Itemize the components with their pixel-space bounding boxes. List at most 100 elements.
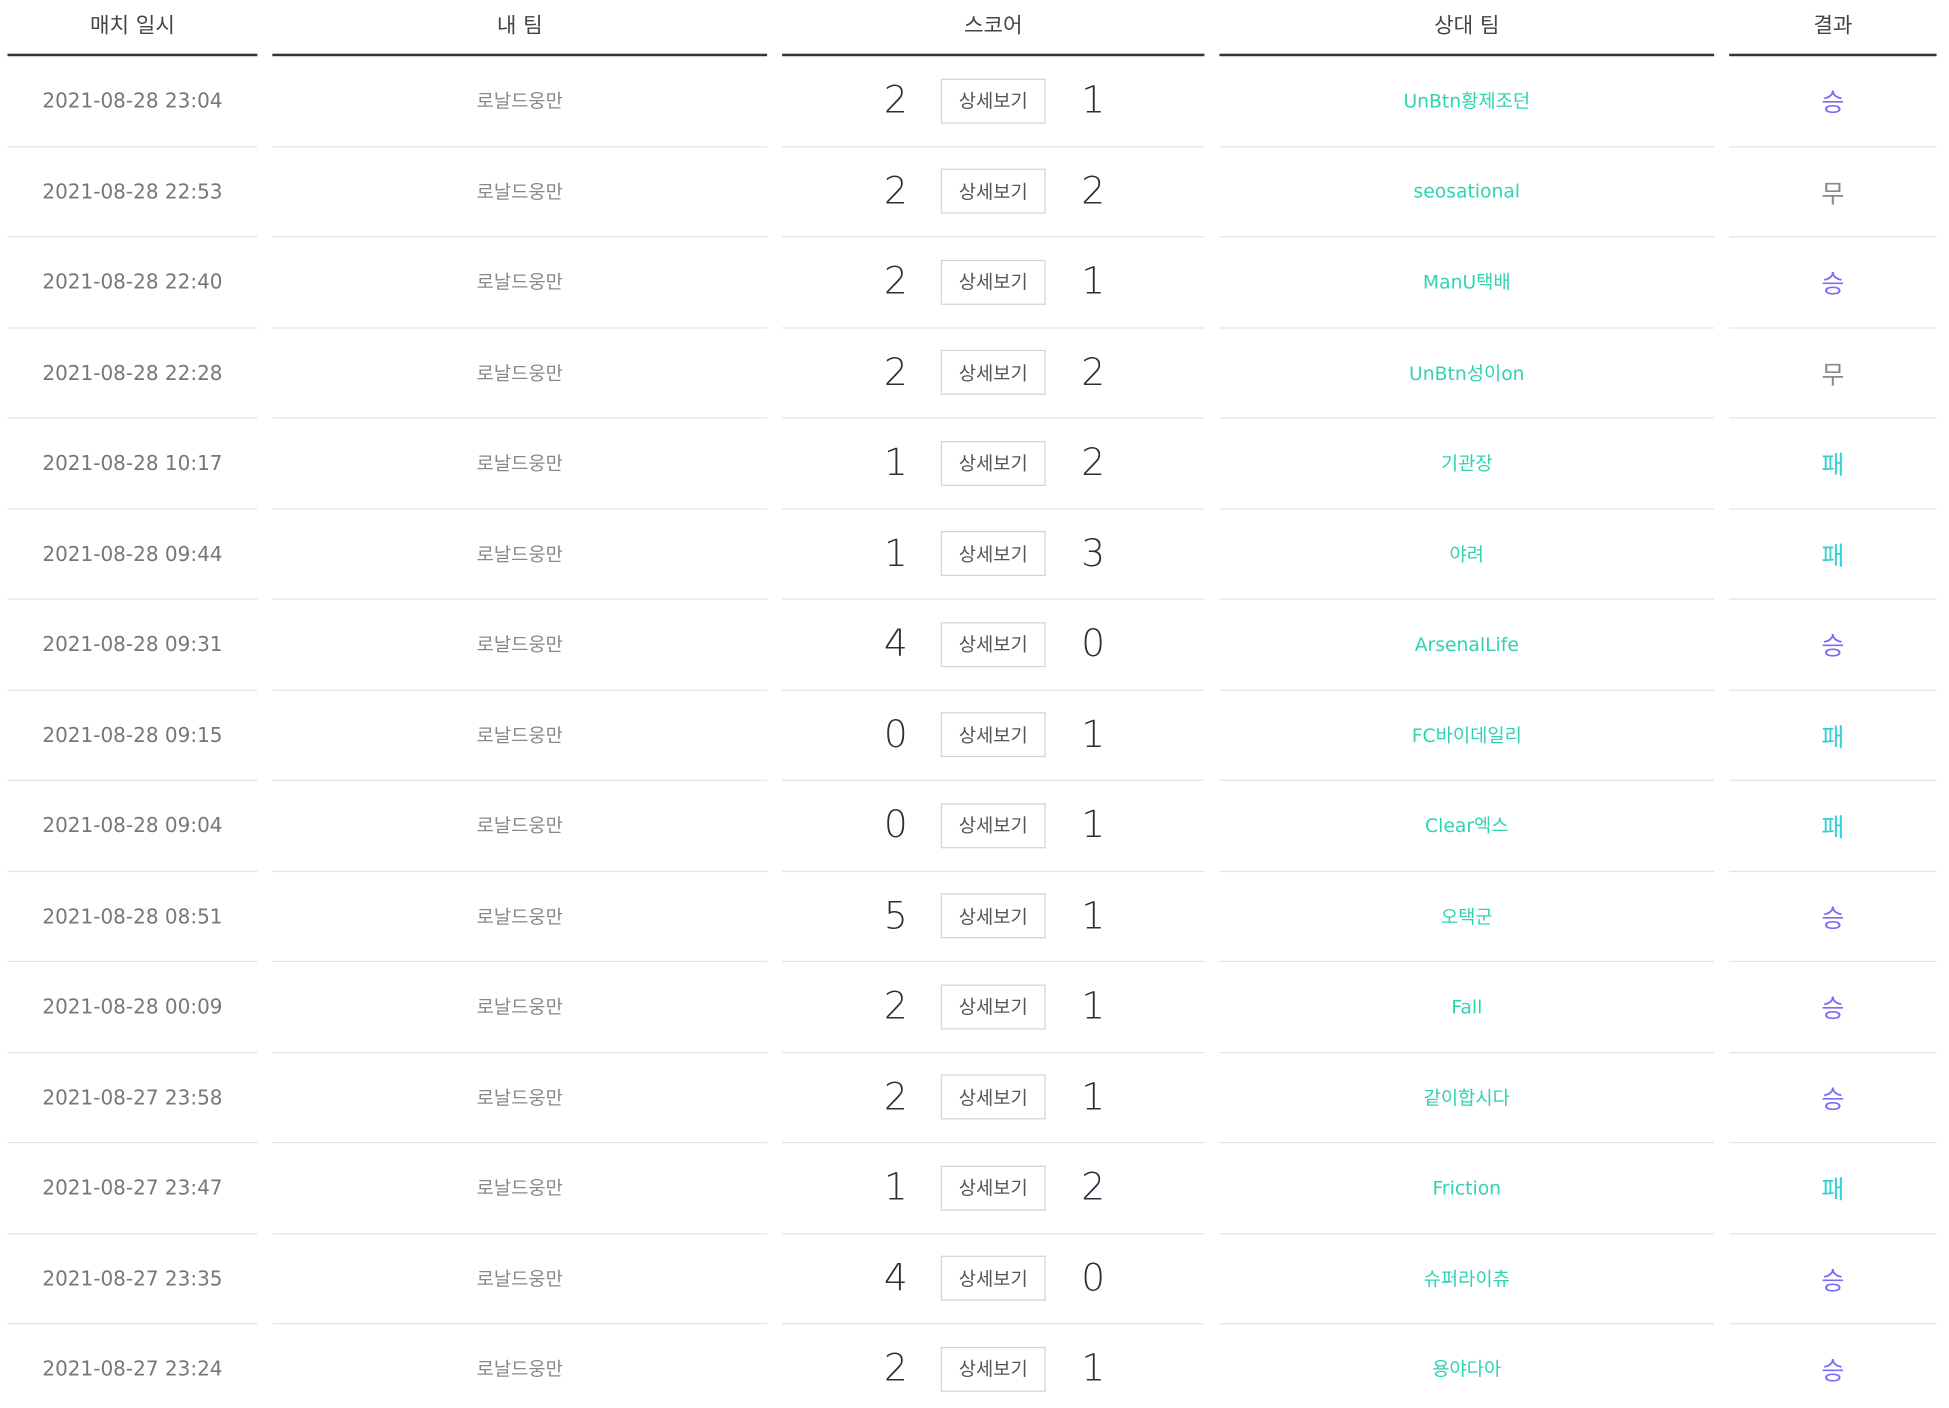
opponent-link[interactable]: UnBtn황제조던 <box>1403 88 1530 114</box>
result-badge: 무 <box>1821 178 1845 209</box>
result-badge: 승 <box>1821 87 1845 118</box>
result-badge: 승 <box>1821 1084 1845 1115</box>
my-team-text: 로날드웅만 <box>476 1177 563 1200</box>
details-button[interactable]: 상세보기 <box>940 440 1046 486</box>
my-score: 1 <box>883 441 908 486</box>
match-date: 2021-08-28 09:15 <box>7 690 258 781</box>
details-button[interactable]: 상세보기 <box>940 621 1046 667</box>
opponent-name: 같이합시다 <box>1219 1053 1715 1144</box>
match-date: 2021-08-28 09:31 <box>7 600 258 691</box>
result-cell: 패 <box>1729 509 1937 600</box>
my-score: 0 <box>883 803 908 848</box>
opponent-link[interactable]: FC바이데일리 <box>1412 722 1522 748</box>
my-score: 2 <box>883 169 908 214</box>
opponent-score: 1 <box>1081 803 1106 848</box>
match-date: 2021-08-28 23:04 <box>7 56 258 147</box>
opponent-link[interactable]: UnBtn성이on <box>1409 360 1525 386</box>
result-badge: 무 <box>1821 359 1845 390</box>
my-score: 2 <box>883 1075 908 1120</box>
opponent-link[interactable]: Fall <box>1451 995 1482 1017</box>
my-team-text: 로날드웅만 <box>476 452 563 476</box>
my-team-text: 로날드웅만 <box>476 271 563 294</box>
score-cell: 5 상세보기 1 <box>782 871 1205 963</box>
my-team-name: 로날드웅만 <box>272 1143 768 1234</box>
match-date: 2021-08-27 23:58 <box>7 1053 258 1144</box>
details-button[interactable]: 상세보기 <box>940 712 1046 758</box>
match-date-text: 2021-08-28 08:51 <box>42 904 223 928</box>
my-score: 1 <box>883 1166 908 1210</box>
opponent-name: ManU택배 <box>1219 237 1715 328</box>
result-cell: 무 <box>1729 328 1937 419</box>
opponent-score: 1 <box>1081 1347 1106 1391</box>
result-cell: 승 <box>1729 962 1937 1053</box>
opponent-link[interactable]: 슈퍼라이츄 <box>1424 1265 1510 1291</box>
match-row: 2021-08-27 23:24 로날드웅만 2 상세보기 1 용야다아 승 <box>0 1324 1949 1408</box>
my-team-name: 로날드웅만 <box>272 56 768 147</box>
result-badge: 패 <box>1821 721 1845 752</box>
details-button[interactable]: 상세보기 <box>940 984 1046 1030</box>
match-date-text: 2021-08-28 22:28 <box>42 360 223 385</box>
match-date-text: 2021-08-27 23:47 <box>42 1175 223 1200</box>
match-row: 2021-08-27 23:47 로날드웅만 1 상세보기 2 Friction… <box>0 1143 1949 1234</box>
opponent-score: 1 <box>1081 260 1106 304</box>
match-row: 2021-08-28 10:17 로날드웅만 1 상세보기 2 기관장 패 <box>0 419 1949 510</box>
result-badge: 승 <box>1821 993 1845 1024</box>
opponent-name: 용야다아 <box>1219 1324 1714 1408</box>
details-button[interactable]: 상세보기 <box>940 893 1046 939</box>
details-button[interactable]: 상세보기 <box>940 531 1046 577</box>
opponent-link[interactable]: ManU택배 <box>1423 269 1511 295</box>
details-button[interactable]: 상세보기 <box>940 803 1046 849</box>
match-row: 2021-08-28 09:31 로날드웅만 4 상세보기 0 ArsenalL… <box>0 600 1949 691</box>
my-team-text: 로날드웅만 <box>476 543 563 566</box>
details-button[interactable]: 상세보기 <box>940 259 1046 305</box>
details-button[interactable]: 상세보기 <box>940 350 1046 396</box>
details-button[interactable]: 상세보기 <box>940 1074 1046 1120</box>
opponent-link[interactable]: Friction <box>1433 1177 1502 1199</box>
result-cell: 승 <box>1729 1324 1936 1408</box>
details-button[interactable]: 상세보기 <box>940 168 1046 214</box>
my-score: 1 <box>883 531 908 576</box>
opponent-link[interactable]: 같이합시다 <box>1424 1084 1510 1110</box>
score-cell: 4 상세보기 0 <box>782 1234 1205 1325</box>
match-date: 2021-08-27 23:47 <box>7 1143 258 1234</box>
my-team-name: 로날드웅만 <box>272 1053 768 1144</box>
opponent-score: 2 <box>1081 169 1106 214</box>
opponent-link[interactable]: 오택군 <box>1441 903 1493 929</box>
header-result: 결과 <box>1729 0 1937 57</box>
my-team-text: 로날드웅만 <box>476 90 563 113</box>
score-cell: 0 상세보기 1 <box>782 690 1205 781</box>
match-date: 2021-08-28 00:09 <box>7 962 258 1053</box>
my-score: 5 <box>883 894 908 938</box>
opponent-score: 0 <box>1081 1256 1106 1301</box>
opponent-link[interactable]: 야려 <box>1450 541 1484 567</box>
opponent-score: 0 <box>1081 622 1106 667</box>
match-row: 2021-08-28 09:15 로날드웅만 0 상세보기 1 FC바이데일리 … <box>0 690 1949 781</box>
match-date: 2021-08-28 08:51 <box>7 871 258 963</box>
opponent-link[interactable]: 용야다아 <box>1432 1356 1501 1382</box>
my-score: 4 <box>883 1256 908 1301</box>
opponent-name: Friction <box>1219 1143 1715 1234</box>
my-score: 2 <box>883 350 908 395</box>
details-button[interactable]: 상세보기 <box>940 1165 1046 1211</box>
result-cell: 승 <box>1729 56 1937 147</box>
score-cell: 1 상세보기 3 <box>782 509 1205 600</box>
my-team-text: 로날드웅만 <box>476 633 563 657</box>
match-date-text: 2021-08-28 23:04 <box>42 89 223 113</box>
opponent-name: 슈퍼라이츄 <box>1219 1234 1715 1325</box>
match-date: 2021-08-28 22:28 <box>7 328 258 419</box>
details-button[interactable]: 상세보기 <box>940 1255 1046 1301</box>
my-team-name: 로날드웅만 <box>272 781 768 872</box>
opponent-link[interactable]: ArsenalLife <box>1415 633 1519 655</box>
result-cell: 승 <box>1729 237 1937 328</box>
opponent-link[interactable]: Clear엑스 <box>1425 812 1509 838</box>
opponent-name: UnBtn황제조던 <box>1219 56 1715 147</box>
opponent-link[interactable]: 기관장 <box>1441 450 1493 476</box>
my-team-name: 로날드웅만 <box>272 871 768 963</box>
my-team-name: 로날드웅만 <box>272 509 768 600</box>
match-date: 2021-08-28 09:44 <box>7 509 258 600</box>
result-cell: 패 <box>1729 419 1937 510</box>
opponent-link[interactable]: seosational <box>1413 180 1520 202</box>
details-button[interactable]: 상세보기 <box>940 1346 1046 1392</box>
details-button[interactable]: 상세보기 <box>940 78 1046 124</box>
result-cell: 승 <box>1729 871 1937 963</box>
